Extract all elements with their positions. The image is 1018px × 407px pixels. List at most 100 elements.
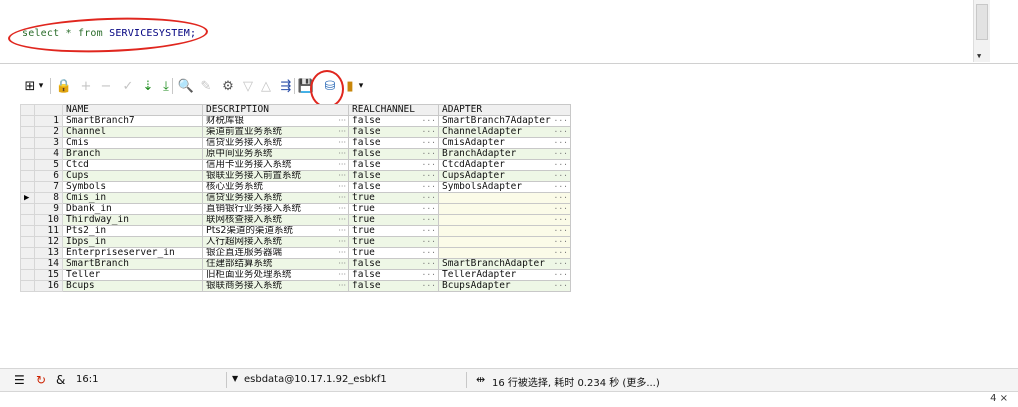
cell-adapter[interactable]: CupsAdapter ··· xyxy=(438,170,571,182)
cell-editor-ellipsis-icon[interactable]: ··· xyxy=(554,227,568,236)
cell-editor-ellipsis-icon[interactable]: ··· xyxy=(554,117,568,126)
cell-editor-ellipsis-icon[interactable]: ··· xyxy=(422,161,436,170)
cell-adapter[interactable]: ··· xyxy=(438,192,571,204)
cell-editor-ellipsis-icon[interactable]: ··· xyxy=(554,260,568,269)
table-row[interactable]: 4 Branch 原中间业务系统 ··· false ··· BranchAdapter ··… xyxy=(20,148,571,160)
cell-editor-ellipsis-icon[interactable]: ··· xyxy=(422,150,436,159)
cell-editor-ellipsis-icon[interactable]: ··· xyxy=(422,238,436,247)
cell-name[interactable]: Teller xyxy=(62,269,203,281)
cell-realchannel[interactable]: true ··· xyxy=(348,214,439,226)
cell-name[interactable]: Pts2_in xyxy=(62,225,203,237)
cell-description[interactable]: 旧柜面业务处理系统 ··· xyxy=(202,269,349,281)
scroll-down-arrow-icon[interactable]: ▼ xyxy=(977,52,981,60)
cell-realchannel[interactable]: true ··· xyxy=(348,192,439,204)
cell-editor-ellipsis-icon[interactable]: ··· xyxy=(338,205,346,214)
cell-editor-ellipsis-icon[interactable]: ··· xyxy=(422,183,436,192)
connection-name[interactable]: esbdata@10.17.1.92_esbkf1 xyxy=(244,374,387,385)
row-indicator[interactable]: ▶ xyxy=(20,192,35,204)
cell-description[interactable]: 信贷业务接入系统 ··· xyxy=(202,137,349,149)
delete-record-icon[interactable]: − xyxy=(96,76,116,96)
row-indicator[interactable] xyxy=(20,247,35,259)
cell-editor-ellipsis-icon[interactable]: ··· xyxy=(338,139,346,148)
row-indicator[interactable] xyxy=(20,214,35,226)
cell-realchannel[interactable]: true ··· xyxy=(348,247,439,259)
cell-editor-ellipsis-icon[interactable]: ··· xyxy=(422,227,436,236)
cell-name[interactable]: SmartBranch7 xyxy=(62,115,203,127)
row-indicator[interactable] xyxy=(20,126,35,138)
table-row[interactable]: 1 SmartBranch7 财税库银 ··· false ··· SmartBranch7… xyxy=(20,115,571,127)
ampersand-icon[interactable]: & xyxy=(56,373,65,387)
cell-description[interactable]: Pts2渠道的渠道系统 ··· xyxy=(202,225,349,237)
row-indicator[interactable] xyxy=(20,280,35,292)
cell-editor-ellipsis-icon[interactable]: ··· xyxy=(338,216,346,225)
table-row[interactable]: 10 Thirdway_in 联网核查接入系统 ··· true ··· ··· xyxy=(20,214,571,226)
column-header-name[interactable]: NAME xyxy=(62,104,203,116)
cell-adapter[interactable]: ··· xyxy=(438,214,571,226)
panel-controls[interactable]: 4 × xyxy=(990,393,1008,404)
row-indicator[interactable] xyxy=(20,258,35,270)
cell-adapter[interactable]: ··· xyxy=(438,236,571,248)
cell-description[interactable]: 住建部结算系统 ··· xyxy=(202,258,349,270)
cell-editor-ellipsis-icon[interactable]: ··· xyxy=(422,139,436,148)
cell-description[interactable]: 核心业务系统 ··· xyxy=(202,181,349,193)
cell-name[interactable]: SmartBranch xyxy=(62,258,203,270)
cell-editor-ellipsis-icon[interactable]: ··· xyxy=(554,249,568,258)
editor-vertical-scrollbar[interactable]: ▼ xyxy=(973,0,990,62)
refresh-icon[interactable]: ↻ xyxy=(36,373,46,387)
cell-editor-ellipsis-icon[interactable]: ··· xyxy=(554,271,568,280)
cell-realchannel[interactable]: true ··· xyxy=(348,225,439,237)
cell-name[interactable]: Cmis_in xyxy=(62,192,203,204)
cell-editor-ellipsis-icon[interactable]: ··· xyxy=(422,117,436,126)
cell-realchannel[interactable]: false ··· xyxy=(348,137,439,149)
cell-editor-ellipsis-icon[interactable]: ··· xyxy=(338,238,346,247)
cell-name[interactable]: Dbank_in xyxy=(62,203,203,215)
cell-editor-ellipsis-icon[interactable]: ··· xyxy=(422,194,436,203)
cell-realchannel[interactable]: true ··· xyxy=(348,203,439,215)
table-row[interactable]: 16 Bcups 银联商务接入系统 ··· false ··· BcupsAdapter ··… xyxy=(20,280,571,292)
cell-editor-ellipsis-icon[interactable]: ··· xyxy=(338,150,346,159)
clear-icon[interactable]: ✎ xyxy=(196,76,216,96)
cell-name[interactable]: Bcups xyxy=(62,280,203,292)
row-indicator[interactable] xyxy=(20,181,35,193)
row-indicator[interactable] xyxy=(20,115,35,127)
cell-editor-ellipsis-icon[interactable]: ··· xyxy=(554,238,568,247)
cell-adapter[interactable]: ··· xyxy=(438,225,571,237)
cell-editor-ellipsis-icon[interactable]: ··· xyxy=(554,139,568,148)
cell-adapter[interactable]: ChannelAdapter ··· xyxy=(438,126,571,138)
scrollbar-thumb[interactable] xyxy=(976,4,988,40)
cell-name[interactable]: Enterpriseserver_in xyxy=(62,247,203,259)
row-indicator[interactable] xyxy=(20,159,35,171)
table-row[interactable]: 12 Ibps_in 人行超网接入系统 ··· true ··· ··· xyxy=(20,236,571,248)
table-row[interactable]: 3 Cmis 信贷业务接入系统 ··· false ··· CmisAdapter ··· xyxy=(20,137,571,149)
cell-description[interactable]: 直销银行业务接入系统 ··· xyxy=(202,203,349,215)
cell-adapter[interactable]: SmartBranch7Adapter ··· xyxy=(438,115,571,127)
cell-description[interactable]: 信贷业务接入系统 ··· xyxy=(202,192,349,204)
cell-realchannel[interactable]: true ··· xyxy=(348,236,439,248)
cell-name[interactable]: Cmis xyxy=(62,137,203,149)
table-row[interactable]: 14 SmartBranch 住建部结算系统 ··· false ··· SmartBran… xyxy=(20,258,571,270)
query-by-example-icon[interactable]: 🔍 xyxy=(176,76,196,96)
cell-realchannel[interactable]: false ··· xyxy=(348,181,439,193)
cell-name[interactable]: Channel xyxy=(62,126,203,138)
cell-description[interactable]: 信用卡业务接入系统 ··· xyxy=(202,159,349,171)
table-row[interactable]: 9 Dbank_in 直销银行业务接入系统 ··· true ··· ··· xyxy=(20,203,571,215)
cell-name[interactable]: Cups xyxy=(62,170,203,182)
status-message[interactable]: 16 行被选择, 耗时 0.234 秒 (更多...) xyxy=(492,374,660,389)
row-indicator[interactable] xyxy=(20,225,35,237)
cell-editor-ellipsis-icon[interactable]: ··· xyxy=(338,249,346,258)
cell-description[interactable]: 银联业务接入前置系统 ··· xyxy=(202,170,349,182)
cell-editor-ellipsis-icon[interactable]: ··· xyxy=(422,128,436,137)
cell-realchannel[interactable]: false ··· xyxy=(348,115,439,127)
cell-editor-ellipsis-icon[interactable]: ··· xyxy=(338,183,346,192)
fetch-next-page-icon[interactable]: ⇣ xyxy=(138,76,158,96)
cell-editor-ellipsis-icon[interactable]: ··· xyxy=(338,128,346,137)
row-indicator[interactable] xyxy=(20,203,35,215)
cell-realchannel[interactable]: false ··· xyxy=(348,170,439,182)
chart-dropdown-icon[interactable]: ▾ xyxy=(356,76,366,96)
table-row[interactable]: 6 Cups 银联业务接入前置系统 ··· false ··· CupsAdapter ··· xyxy=(20,170,571,182)
cell-editor-ellipsis-icon[interactable]: ··· xyxy=(554,282,568,291)
cell-adapter[interactable]: BranchAdapter ··· xyxy=(438,148,571,160)
cell-editor-ellipsis-icon[interactable]: ··· xyxy=(338,282,346,291)
add-record-icon[interactable]: + xyxy=(76,76,96,96)
cell-description[interactable]: 银企直连服务器端 ··· xyxy=(202,247,349,259)
